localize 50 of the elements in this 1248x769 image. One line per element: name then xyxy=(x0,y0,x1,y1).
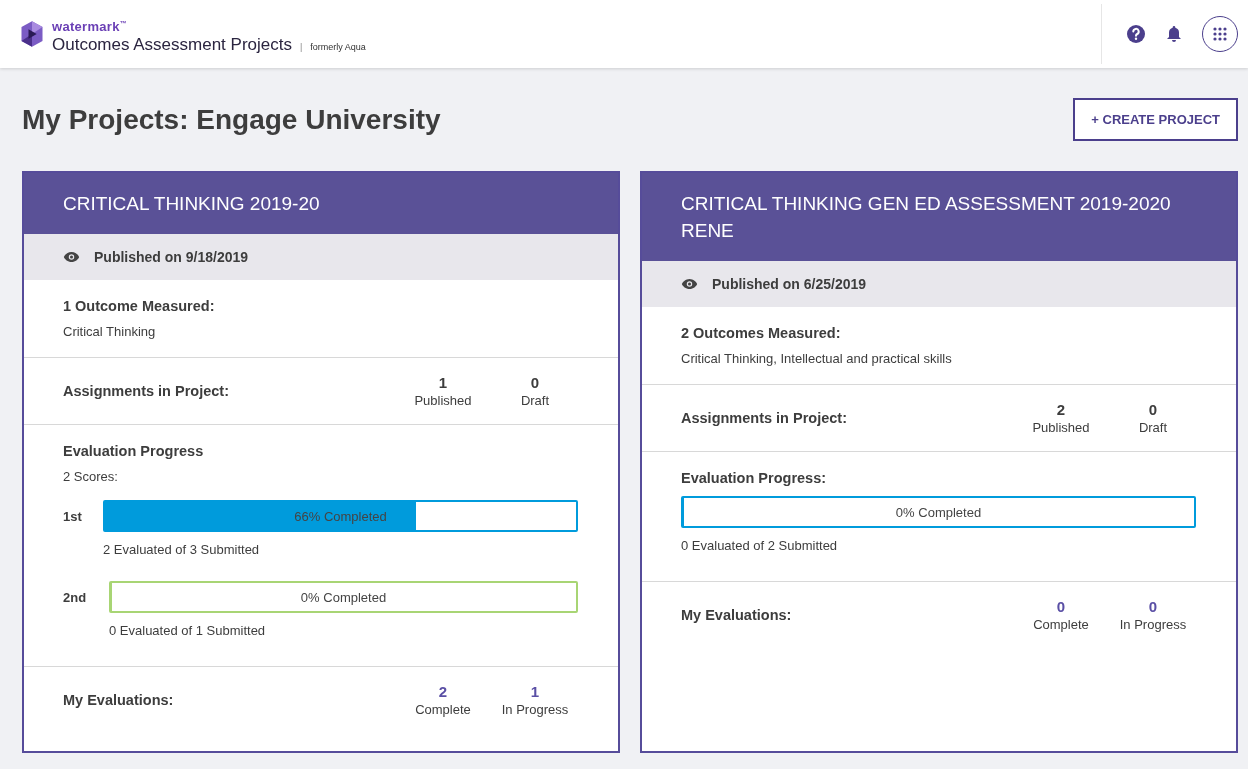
progress-text: 66% Completed xyxy=(294,508,387,524)
stat-value: 0 xyxy=(530,374,540,391)
product-name: Outcomes Assessment Projects xyxy=(52,34,292,55)
help-icon[interactable] xyxy=(1126,24,1146,44)
stat-label: In Progress xyxy=(1119,617,1187,632)
score-label: 2nd xyxy=(63,589,88,605)
stat-label: Complete xyxy=(415,702,471,717)
outcomes-list: Critical Thinking xyxy=(63,324,578,339)
apps-grid-icon xyxy=(1212,26,1228,42)
progress-text: 0% Completed xyxy=(300,589,387,605)
evaluation-count-link[interactable]: 2 xyxy=(438,683,448,700)
evaluations-label: My Evaluations: xyxy=(63,692,174,708)
progress-detail: 2 Evaluated of 3 Submitted xyxy=(103,542,261,557)
stat-label: Complete xyxy=(1033,617,1089,632)
brand-name: watermark$^{™}$ xyxy=(52,18,129,35)
outcomes-list: Critical Thinking, Intellectual and practical skills xyxy=(681,351,1196,366)
separator: | xyxy=(300,41,303,52)
progress-text: 0% Completed xyxy=(895,504,982,520)
score-label: 1st xyxy=(63,508,83,524)
product-subtitle: formerly Aqua xyxy=(310,41,366,52)
stat-value: 1 xyxy=(438,374,448,391)
apps-menu-button[interactable] xyxy=(1202,16,1238,52)
stat-value: 0 xyxy=(1148,401,1158,418)
assignments-label: Assignments in Project: xyxy=(681,410,847,426)
scores-count: 2 Scores: xyxy=(63,469,119,484)
stat-value: 2 xyxy=(1056,401,1066,418)
stat-label: In Progress xyxy=(501,702,569,717)
progress-detail: 0 Evaluated of 1 Submitted xyxy=(109,623,267,638)
evaluation-count-link[interactable]: 0 xyxy=(1148,598,1158,615)
published-date: Published on 6/25/2019 xyxy=(712,276,867,292)
progress-detail: 0 Evaluated of 2 Submitted xyxy=(681,538,839,553)
outcomes-heading: 2 Outcomes Measured: xyxy=(681,325,842,341)
evaluation-count-link[interactable]: 1 xyxy=(530,683,540,700)
progress-heading: Evaluation Progress xyxy=(63,443,205,459)
outcomes-heading: 1 Outcome Measured: xyxy=(63,298,216,314)
eye-icon xyxy=(681,278,698,290)
assignments-label: Assignments in Project: xyxy=(63,383,229,399)
stat-label: Draft xyxy=(520,393,550,408)
evaluation-count-link[interactable]: 0 xyxy=(1056,598,1066,615)
page-title: My Projects: Engage University xyxy=(22,104,441,136)
stat-label: Draft xyxy=(1138,420,1168,435)
project-title[interactable]: CRITICAL THINKING GEN ED ASSESSMENT 2019-2020 RENE xyxy=(681,190,1196,244)
create-project-button[interactable]: + CREATE PROJECT xyxy=(1073,97,1238,141)
stat-label: Published xyxy=(414,393,472,408)
progress-heading: Evaluation Progress: xyxy=(681,470,828,486)
published-date: Published on 9/18/2019 xyxy=(94,249,249,265)
evaluations-label: My Evaluations: xyxy=(681,607,792,623)
project-title[interactable]: CRITICAL THINKING 2019-20 xyxy=(63,190,578,217)
stat-label: Published xyxy=(1032,420,1090,435)
eye-icon xyxy=(63,251,80,263)
